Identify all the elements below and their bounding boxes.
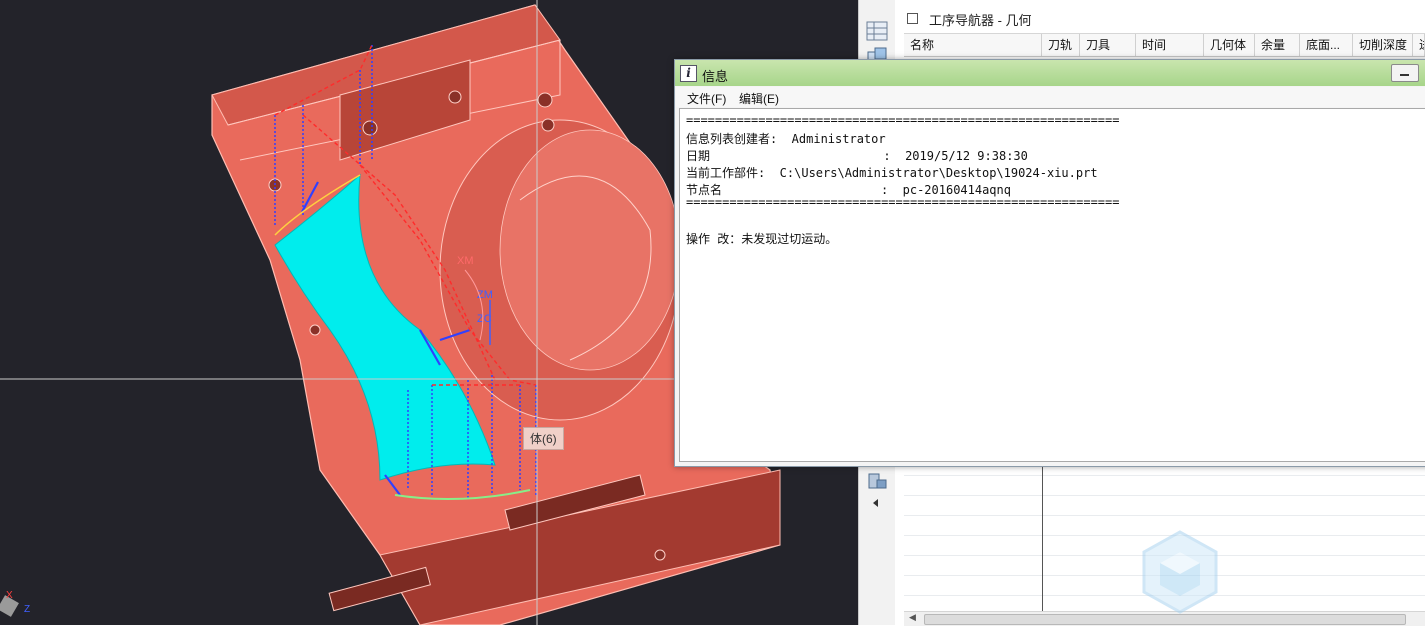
navigator-title-bar: 工序导航器 - 几何 [895, 0, 1425, 32]
navigator-column-header: 名称 刀轨 刀具 时间 几何体 余量 底面... 切削深度 进 [904, 33, 1425, 57]
navigator-title: 工序导航器 - 几何 [929, 13, 1032, 28]
column-name[interactable]: 名称 [904, 34, 1042, 56]
info-menu-bar: 文件(F) 编辑(E) [676, 87, 1425, 107]
triad-z-label: Z [24, 604, 30, 615]
menu-file[interactable]: 文件(F) [687, 90, 726, 107]
column-time[interactable]: 时间 [1136, 34, 1204, 56]
separator-line: ========================================… [686, 195, 1120, 209]
selection-tooltip: 体(6) [523, 427, 564, 450]
column-stock[interactable]: 余量 [1255, 34, 1300, 56]
info-dialog-title-bar[interactable]: i 信息 [675, 60, 1425, 86]
info-text-area[interactable]: ========================================… [679, 108, 1425, 462]
column-divider [1042, 465, 1043, 611]
info-dialog-title: 信息 [702, 69, 729, 84]
separator-line: ========================================… [686, 113, 1120, 127]
column-floor[interactable]: 底面... [1300, 34, 1353, 56]
view-triad[interactable]: X Z [0, 590, 30, 617]
column-depth-per-cut[interactable]: 切削深度 [1353, 34, 1413, 56]
info-part-line: 当前工作部件: C:\Users\Administrator\Desktop\1… [686, 166, 1098, 180]
gouge-check-result: 操作 改：未发现过切运动。 [686, 232, 838, 246]
info-dialog: i 信息 文件(F) 编辑(E) =======================… [674, 59, 1425, 467]
geometry-view-icon[interactable] [865, 20, 889, 42]
tool-machine-icon[interactable] [865, 470, 889, 492]
column-feed[interactable]: 进 [1413, 34, 1425, 56]
navigator-pin-checkbox[interactable] [907, 13, 918, 24]
scroll-left-icon[interactable]: ◀ [909, 612, 916, 623]
xm-axis-label: XM [457, 255, 474, 267]
minimize-button[interactable] [1391, 64, 1419, 82]
scrollbar-thumb[interactable] [924, 614, 1406, 625]
menu-edit[interactable]: 编辑(E) [739, 90, 779, 107]
column-toolpath[interactable]: 刀轨 [1042, 34, 1080, 56]
info-creator-line: 信息列表创建者: Administrator [686, 132, 886, 146]
info-icon: i [680, 65, 697, 82]
column-geometry[interactable]: 几何体 [1204, 34, 1255, 56]
triad-x-label: X [6, 590, 13, 601]
watermark-cube-icon [1142, 530, 1218, 614]
collapse-arrow-icon[interactable] [865, 496, 889, 518]
column-tool[interactable]: 刀具 [1080, 34, 1136, 56]
info-date-line: 日期 : 2019/5/12 9:38:30 [686, 149, 1028, 163]
